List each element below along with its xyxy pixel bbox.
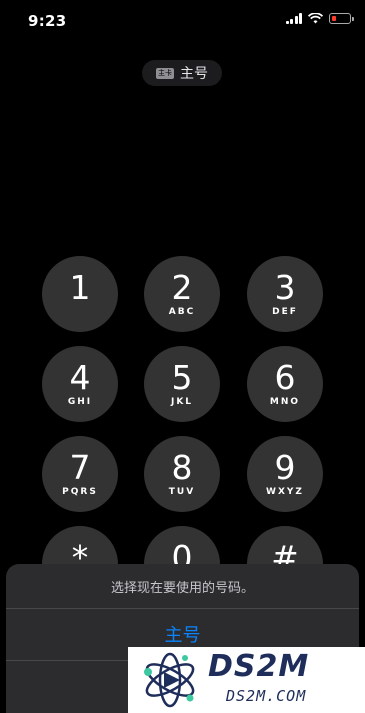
watermark-subtitle: DS2M.COM — [226, 687, 307, 705]
key-6[interactable]: 6 MNO — [247, 346, 323, 422]
key-9[interactable]: 9 WXYZ — [247, 436, 323, 512]
key-7[interactable]: 7 PQRS — [42, 436, 118, 512]
key-1[interactable]: 1 — [42, 256, 118, 332]
key-5[interactable]: 5 JKL — [144, 346, 220, 422]
key-2[interactable]: 2 ABC — [144, 256, 220, 332]
key-8[interactable]: 8 TUV — [144, 436, 220, 512]
action-sheet-title: 选择现在要使用的号码。 — [110, 580, 254, 596]
atom-logo-icon — [144, 652, 195, 708]
key-3[interactable]: 3 DEF — [247, 256, 323, 332]
key-4[interactable]: 4 GHI — [42, 346, 118, 422]
watermark-logo: DS2M DS2M.COM — [128, 647, 365, 713]
watermark-title: DS2M — [208, 649, 310, 684]
